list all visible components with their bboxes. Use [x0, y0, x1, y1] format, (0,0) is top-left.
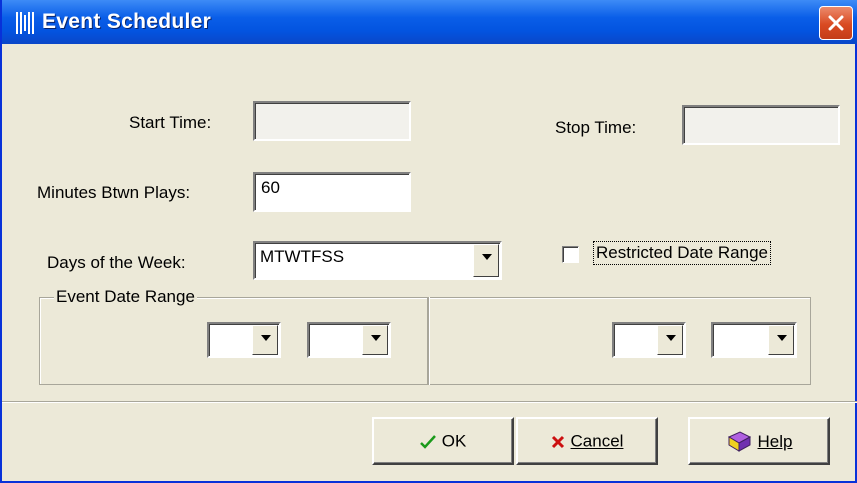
end-month-select[interactable] — [612, 322, 686, 358]
end-day-dropdown-button[interactable] — [768, 325, 794, 355]
end-day-select[interactable] — [711, 322, 797, 358]
ok-button[interactable]: OK — [372, 417, 514, 465]
x-icon — [551, 435, 564, 448]
start-day-select[interactable] — [307, 322, 391, 358]
window-title: Event Scheduler — [42, 10, 212, 33]
start-month-select[interactable] — [207, 322, 281, 358]
app-icon — [16, 12, 34, 34]
button-separator — [2, 401, 857, 403]
ok-label: OK — [441, 431, 467, 451]
restricted-date-range-checkbox[interactable] — [562, 246, 579, 263]
title-bar[interactable]: Event Scheduler — [2, 0, 857, 44]
checkmark-icon — [419, 434, 436, 449]
event-date-range-title: Event Date Range — [54, 287, 197, 307]
chevron-down-icon — [666, 335, 676, 341]
close-button[interactable] — [819, 6, 853, 40]
help-book-icon — [727, 431, 751, 452]
chevron-down-icon — [482, 254, 492, 260]
days-of-week-dropdown-button[interactable] — [473, 244, 499, 277]
days-of-week-select[interactable]: MTWTFSS — [253, 241, 502, 280]
event-scheduler-dialog: Event Scheduler Start Time: Stop Time: M… — [0, 0, 857, 483]
start-time-label: Start Time: — [129, 113, 212, 132]
close-icon — [828, 15, 844, 31]
stop-time-input[interactable] — [682, 105, 840, 145]
help-button[interactable]: Help — [688, 417, 830, 465]
start-time-input[interactable] — [253, 101, 411, 141]
chevron-down-icon — [777, 335, 787, 341]
chevron-down-icon — [261, 335, 271, 341]
group-divider — [427, 297, 430, 385]
days-of-week-value: MTWTFSS — [260, 247, 345, 266]
restricted-date-range-label[interactable]: Restricted Date Range — [593, 241, 771, 265]
end-month-dropdown-button[interactable] — [657, 325, 683, 355]
cancel-button[interactable]: Cancel — [516, 417, 658, 465]
cancel-label: Cancel — [570, 431, 624, 451]
help-label: Help — [757, 432, 793, 451]
stop-time-label: Stop Time: — [555, 118, 637, 137]
chevron-down-icon — [371, 335, 381, 341]
minutes-btwn-plays-label: Minutes Btwn Plays: — [37, 183, 191, 202]
event-date-range-group — [39, 297, 811, 385]
minutes-btwn-plays-input[interactable]: 60 — [253, 172, 411, 212]
start-month-dropdown-button[interactable] — [252, 325, 278, 355]
start-day-dropdown-button[interactable] — [362, 325, 388, 355]
days-of-week-label: Days of the Week: — [47, 253, 186, 272]
